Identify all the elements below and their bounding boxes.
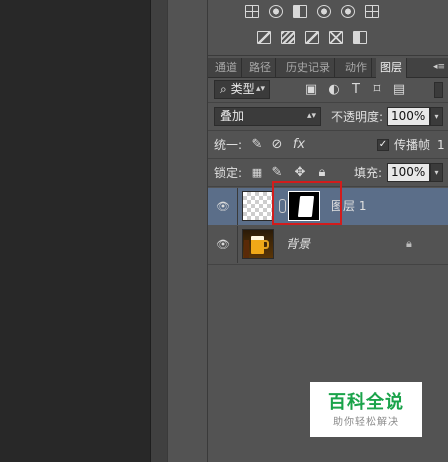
adjustments-panel	[208, 0, 448, 56]
watermark-subtitle: 助你轻松解决	[333, 417, 399, 428]
blend-row: 叠加 ▴▾ 不透明度: 100% ▾	[208, 107, 448, 128]
lock-label: 锁定:	[214, 166, 243, 180]
tab-channels[interactable]: 通道	[211, 58, 242, 78]
gradient-map-icon[interactable]	[353, 31, 367, 44]
unify-visibility-icon[interactable]: ⊘	[269, 137, 285, 153]
lock-transparent-icon[interactable]: ▦	[250, 165, 264, 181]
levels-icon[interactable]	[269, 5, 283, 18]
tab-layers[interactable]: 图层	[376, 58, 407, 78]
fill-label: 填充:	[354, 166, 383, 180]
opacity-label: 不透明度:	[331, 110, 384, 124]
propagate-frame-value: 1	[437, 138, 445, 152]
unify-position-icon[interactable]: ✎	[249, 137, 265, 153]
panel-gutter	[150, 0, 167, 462]
lock-all-icon[interactable]: 🔒︎	[315, 165, 329, 181]
adjustment-filter-icon[interactable]: ◐	[327, 82, 341, 98]
filter-kind-dropdown[interactable]: ⌕ 类型 ▴▾	[214, 80, 270, 99]
exposure-icon[interactable]	[317, 5, 331, 18]
filter-toggle[interactable]	[434, 82, 443, 98]
propagate-frame-checkbox[interactable]: ✓	[377, 139, 389, 151]
layer-thumbnail[interactable]	[242, 191, 274, 221]
propagate-frame-label: 传播帧	[394, 138, 431, 152]
layer-filter-row: ⌕ 类型 ▴▾ ▣ ◐ T ⌑ ▤	[208, 80, 448, 101]
shape-filter-icon[interactable]: ⌑	[370, 82, 384, 98]
color-lookup-icon[interactable]	[365, 5, 379, 18]
posterize-icon[interactable]	[281, 31, 295, 44]
selective-color-icon[interactable]	[329, 31, 343, 44]
lock-position-icon[interactable]: ✥	[293, 165, 307, 181]
layer-name[interactable]: 背景	[286, 236, 310, 252]
layer-row-background[interactable]: 👁︎ 背景 🔒︎	[208, 226, 448, 263]
eye-icon[interactable]: 👁︎	[216, 200, 230, 213]
panel-menu-icon[interactable]: ◂≡	[433, 62, 445, 72]
opacity-slider-arrow[interactable]: ▾	[430, 107, 443, 126]
unify-style-icon[interactable]: fx	[290, 137, 308, 153]
panel-tabs: 通道 路径 历史记录 动作 图层 ◂≡	[208, 58, 448, 78]
document-canvas[interactable]	[0, 0, 150, 462]
eye-icon[interactable]: 👁︎	[216, 238, 230, 251]
background-thumbnail[interactable]	[242, 229, 274, 259]
tab-paths[interactable]: 路径	[245, 58, 276, 78]
tab-history[interactable]: 历史记录	[282, 58, 335, 78]
pixel-filter-icon[interactable]: ▣	[304, 82, 318, 98]
search-icon: ⌕	[220, 82, 227, 96]
invert-icon[interactable]	[257, 31, 271, 44]
smart-object-filter-icon[interactable]: ▤	[392, 82, 406, 98]
watermark-logo: 百科全说 助你轻松解决	[310, 382, 422, 437]
watermark-title: 百科全说	[328, 392, 404, 413]
threshold-icon[interactable]	[305, 31, 319, 44]
blend-mode-value: 叠加	[220, 109, 245, 123]
chevron-down-icon: ▴▾	[255, 84, 265, 94]
lock-icon: 🔒︎	[406, 237, 412, 250]
fill-input[interactable]: 100%	[387, 163, 430, 182]
fill-slider-arrow[interactable]: ▾	[430, 163, 443, 182]
filter-kind-label: 类型	[230, 82, 255, 96]
curves-icon[interactable]	[293, 5, 307, 18]
annotation-highlight-box	[272, 181, 342, 225]
type-filter-icon[interactable]: T	[349, 82, 363, 98]
lock-pixels-icon[interactable]: ✎	[270, 165, 284, 181]
brightness-contrast-icon[interactable]	[245, 5, 259, 18]
vibrance-icon[interactable]	[341, 5, 355, 18]
blend-mode-dropdown[interactable]: 叠加 ▴▾	[214, 107, 321, 126]
unify-label: 统一:	[214, 138, 243, 152]
opacity-input[interactable]: 100%	[387, 107, 430, 126]
tab-actions[interactable]: 动作	[341, 58, 372, 78]
unify-row: 统一: ✎ ⊘ fx ✓ 传播帧 1	[208, 137, 448, 155]
chevron-down-icon: ▴▾	[306, 111, 316, 121]
collapsed-panel-strip	[167, 0, 207, 462]
